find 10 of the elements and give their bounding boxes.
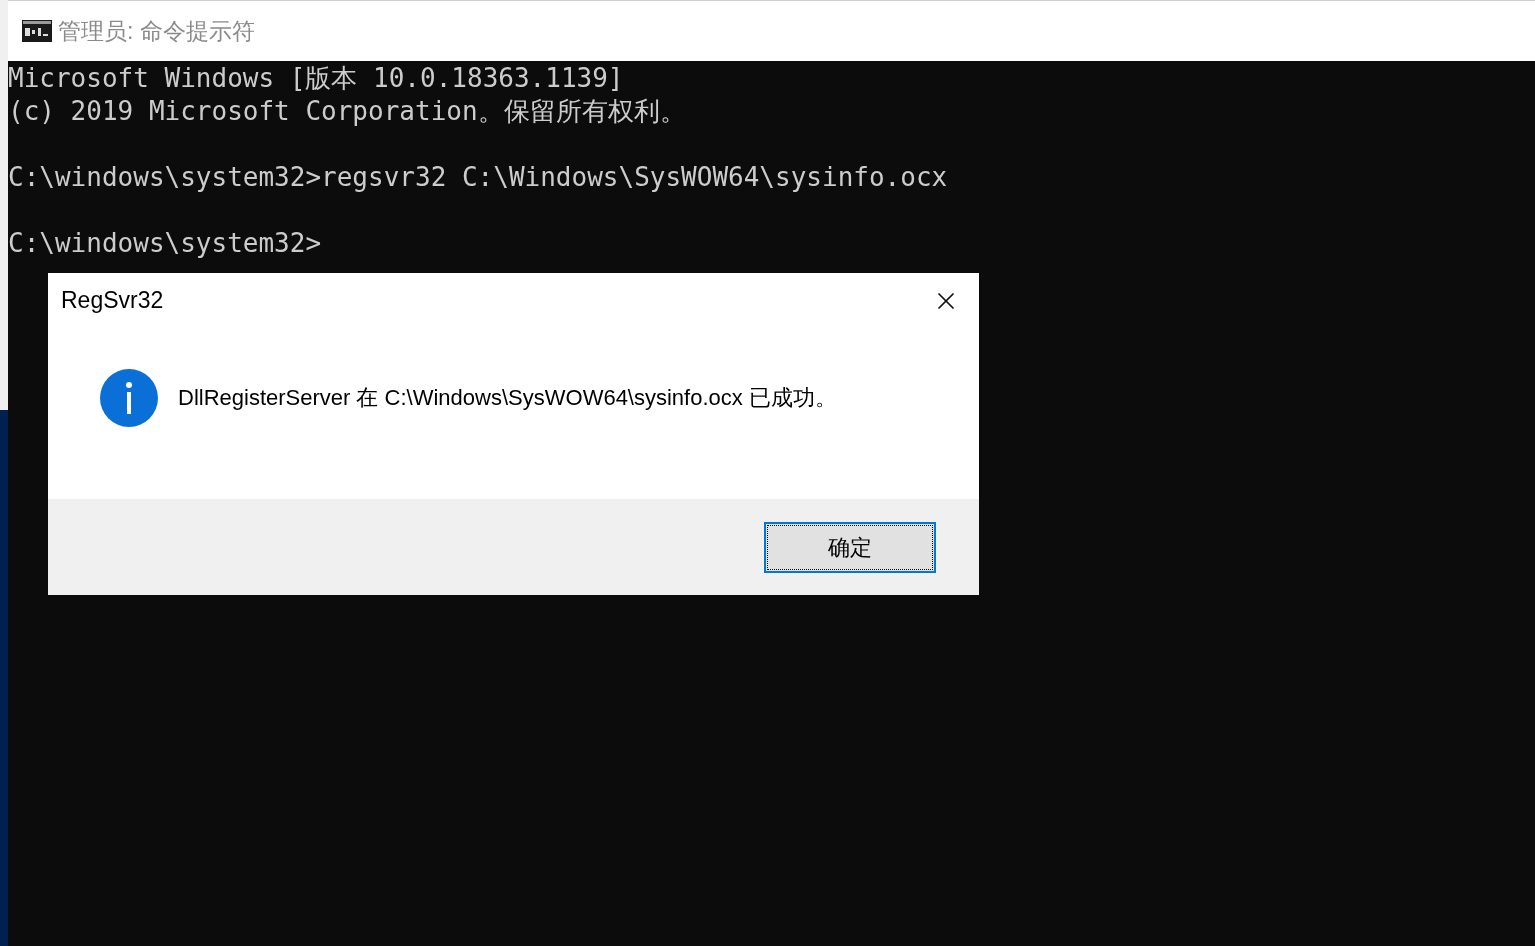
console-line: (c) 2019 Microsoft Corporation。保留所有权利。 xyxy=(8,95,686,128)
dialog-message: DllRegisterServer 在 C:\Windows\SysWOW64\sysinfo.ocx 已成功。 xyxy=(178,384,837,412)
console-line: Microsoft Windows [版本 10.0.18363.1139] xyxy=(8,62,624,95)
dialog-title: RegSvr32 xyxy=(61,286,164,316)
console-line: C:\windows\system32> xyxy=(8,227,322,260)
ok-button[interactable]: 确定 xyxy=(764,521,936,573)
info-icon xyxy=(100,368,158,427)
console-line: C:\windows\system32>regsvr32 C:\Windows\SysWOW64\sysinfo.ocx xyxy=(8,161,948,194)
window-title: 管理员: 命令提示符 xyxy=(58,16,255,46)
terminal-icon xyxy=(22,20,52,42)
